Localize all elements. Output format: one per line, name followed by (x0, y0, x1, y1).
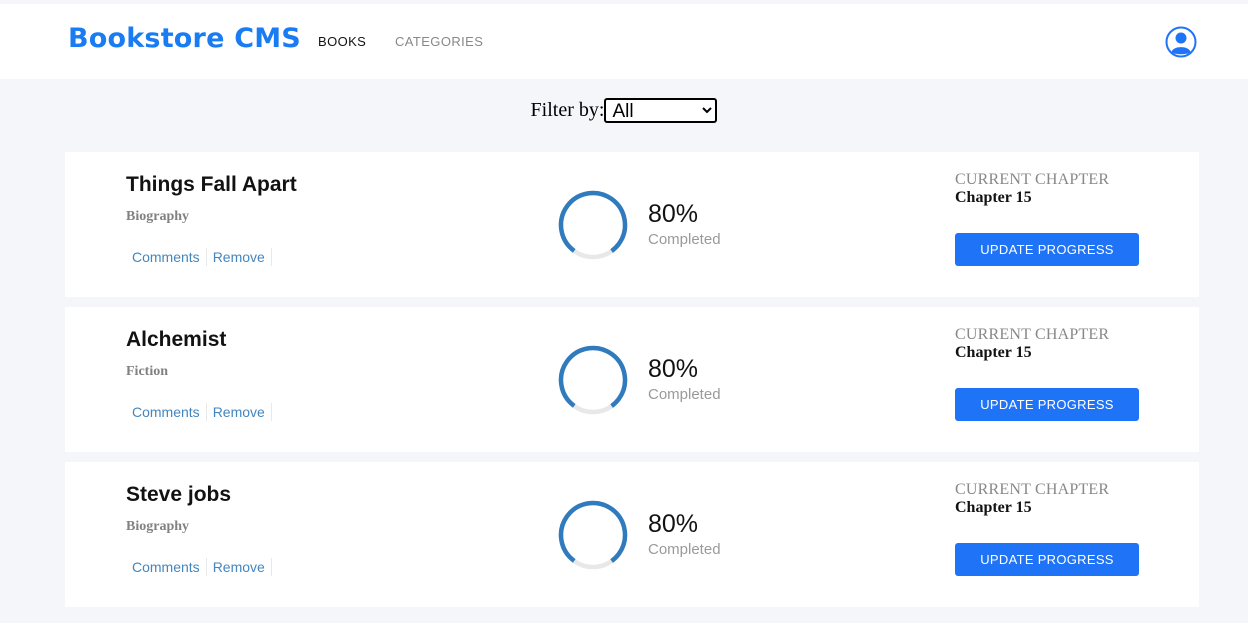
remove-button[interactable]: Remove (207, 403, 272, 421)
comments-button[interactable]: Comments (126, 403, 207, 421)
remove-button[interactable]: Remove (207, 248, 272, 266)
book-category: Fiction (126, 364, 168, 379)
filter-bar: Filter by: All (0, 98, 1248, 123)
current-chapter-value: Chapter 15 (955, 344, 1032, 361)
book-title: Steve jobs (126, 483, 232, 506)
current-chapter-label: CURRENT CHAPTER (955, 171, 1110, 188)
book-title: Alchemist (126, 328, 227, 351)
progress-status: Completed (648, 386, 721, 403)
comments-button[interactable]: Comments (126, 558, 207, 576)
book-card: Things Fall Apart Biography Comments Rem… (65, 152, 1199, 297)
logo[interactable]: Bookstore CMS (68, 23, 301, 54)
book-card: Alchemist Fiction Comments Remove 80% Co… (65, 307, 1199, 452)
current-chapter-label: CURRENT CHAPTER (955, 326, 1110, 343)
progress-ring (558, 190, 628, 260)
book-card: Steve jobs Biography Comments Remove 80%… (65, 462, 1199, 607)
progress-percent: 80% (648, 355, 699, 383)
book-title: Things Fall Apart (126, 173, 297, 196)
header: Bookstore CMS BOOKS CATEGORIES (0, 4, 1248, 79)
current-chapter-value: Chapter 15 (955, 499, 1032, 516)
progress-arc (558, 500, 628, 570)
update-progress-button[interactable]: UPDATE PROGRESS (955, 543, 1139, 576)
progress-status: Completed (648, 541, 721, 558)
book-category: Biography (126, 519, 190, 534)
progress-percent: 80% (648, 200, 699, 228)
current-chapter-value: Chapter 15 (955, 189, 1032, 206)
nav-link-categories[interactable]: CATEGORIES (395, 34, 483, 49)
remove-button[interactable]: Remove (207, 558, 272, 576)
book-category: Biography (126, 209, 190, 224)
progress-ring (558, 345, 628, 415)
progress-arc (558, 345, 628, 415)
progress-arc (558, 190, 628, 260)
book-actions: Comments Remove (126, 403, 272, 421)
update-progress-button[interactable]: UPDATE PROGRESS (955, 233, 1139, 266)
progress-status: Completed (648, 231, 721, 248)
book-actions: Comments Remove (126, 248, 272, 266)
progress-ring (558, 500, 628, 570)
progress-percent: 80% (648, 510, 699, 538)
user-icon[interactable] (1165, 26, 1197, 58)
book-actions: Comments Remove (126, 558, 272, 576)
current-chapter-label: CURRENT CHAPTER (955, 481, 1110, 498)
filter-select[interactable]: All (604, 98, 718, 123)
nav-link-books[interactable]: BOOKS (318, 34, 366, 49)
comments-button[interactable]: Comments (126, 248, 207, 266)
filter-label: Filter by: (530, 99, 605, 121)
update-progress-button[interactable]: UPDATE PROGRESS (955, 388, 1139, 421)
